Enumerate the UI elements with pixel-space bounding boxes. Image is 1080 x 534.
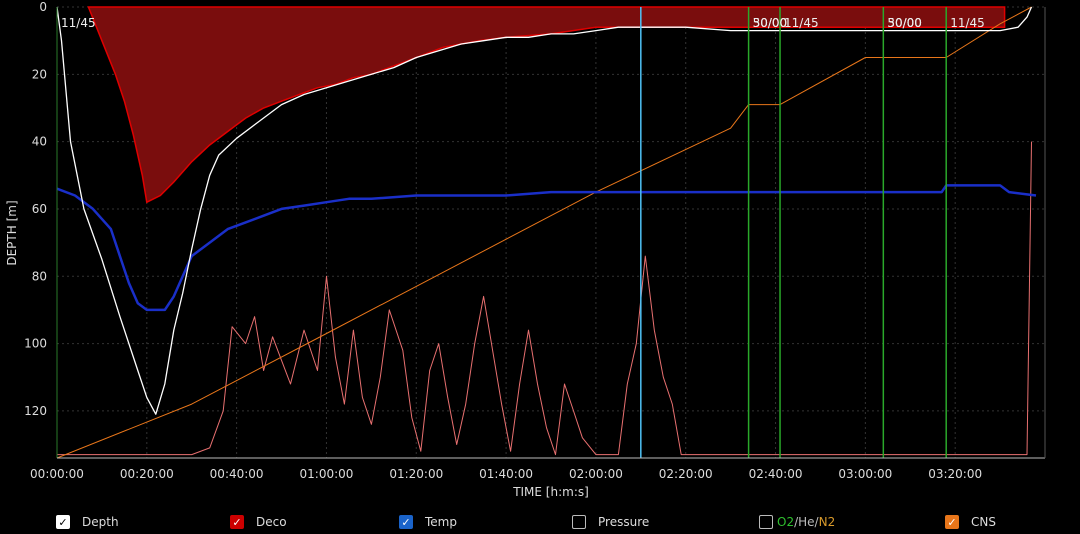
x-tick-label: 03:00:00 [838, 467, 892, 481]
y-tick-label: 80 [32, 269, 47, 283]
legend-temp[interactable]: ✓ Temp [399, 512, 457, 532]
gas-mix-label: 30/00 [887, 16, 922, 30]
x-tick-label: 00:20:00 [120, 467, 174, 481]
x-tick-label: 00:40:00 [210, 467, 264, 481]
deco-checkbox[interactable]: ✓ [230, 515, 244, 529]
dive-profile-chart[interactable]: 11/45 50/0030/0011/45 50/0030/00 11/45 0204… [0, 0, 1080, 510]
legend-gas[interactable]: O2/He / N2 [759, 512, 835, 532]
x-tick-label: 01:40:00 [479, 467, 533, 481]
y-tick-label: 60 [32, 202, 47, 216]
x-axis-title: TIME [h:m:s] [512, 485, 589, 499]
depth-checkbox[interactable]: ✓ [56, 515, 70, 529]
y-tick-label: 120 [24, 404, 47, 418]
y-tick-label: 100 [24, 337, 47, 351]
x-tick-label: 02:40:00 [749, 467, 803, 481]
legend-temp-label: Temp [425, 515, 457, 529]
legend-cns-label: CNS [971, 515, 996, 529]
deco-layer [87, 6, 1006, 204]
x-tick-label: 00:00:00 [30, 467, 84, 481]
temp-checkbox[interactable]: ✓ [399, 515, 413, 529]
x-tick-label: 02:00:00 [569, 467, 623, 481]
legend-deco-label: Deco [256, 515, 287, 529]
legend-cns[interactable]: ✓ CNS [945, 512, 996, 532]
x-tick-label: 03:20:00 [928, 467, 982, 481]
ascent-rate-line [57, 141, 1032, 456]
gas-mix-label: 11/45 [61, 16, 96, 30]
pressure-checkbox[interactable] [572, 515, 586, 529]
y-tick-label: 0 [39, 0, 47, 14]
legend-deco[interactable]: ✓ Deco [230, 512, 287, 532]
legend-he-label: He [798, 515, 815, 529]
y-tick-label: 20 [32, 67, 47, 81]
cns-checkbox[interactable]: ✓ [945, 515, 959, 529]
gas-mix-label: 30/00 [753, 16, 788, 30]
legend-depth-label: Depth [82, 515, 119, 529]
temperature-line [56, 184, 1037, 312]
x-tick-label: 01:20:00 [389, 467, 443, 481]
legend-o2-label: O2 [777, 515, 795, 529]
y-axis-title: DEPTH [m] [5, 200, 19, 265]
deco-ceiling-area [87, 6, 1006, 204]
legend-n2-label: N2 [818, 515, 836, 529]
legend-pressure[interactable]: Pressure [572, 512, 649, 532]
x-tick-label: 02:20:00 [659, 467, 713, 481]
legend-depth[interactable]: ✓ Depth [56, 512, 119, 532]
gas-mix-label: 11/45 [950, 16, 985, 30]
x-tick-label: 01:00:00 [300, 467, 354, 481]
gas-checkbox[interactable] [759, 515, 773, 529]
gas-mix-label: 11/45 [784, 16, 819, 30]
chart-legend: ✓ Depth ✓ Deco ✓ Temp Pressure O2/He / N2 … [0, 510, 1080, 534]
legend-pressure-label: Pressure [598, 515, 650, 529]
y-tick-label: 40 [32, 135, 47, 149]
